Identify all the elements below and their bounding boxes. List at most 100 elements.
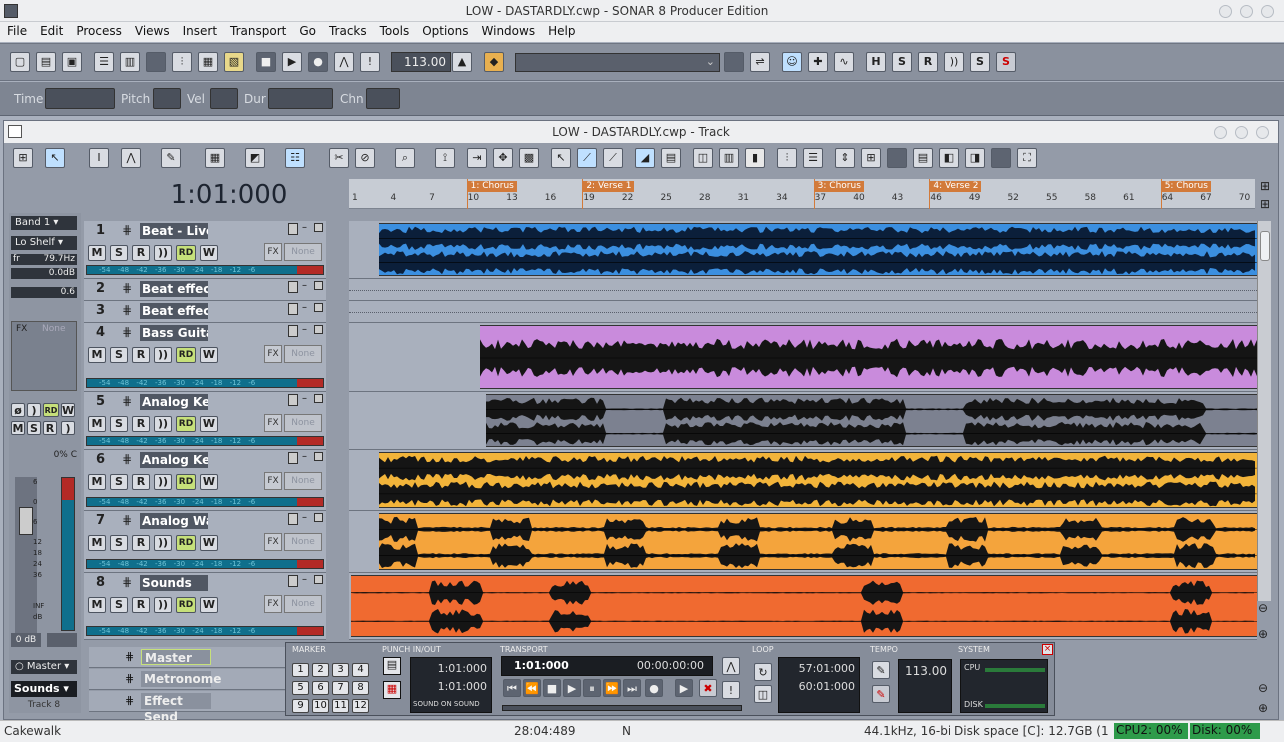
marker-key[interactable]: 1 bbox=[292, 663, 309, 677]
track-strip-icon[interactable] bbox=[288, 575, 298, 587]
maximize-button[interactable] bbox=[1240, 5, 1253, 18]
transport-record-icon[interactable]: ● bbox=[645, 679, 663, 697]
marker-tool-icon[interactable]: ✚ bbox=[808, 52, 828, 72]
output-select[interactable]: ○ Master ▾ bbox=[11, 660, 77, 674]
inspector-r-button[interactable]: R bbox=[43, 421, 57, 435]
menu-insert[interactable]: Insert bbox=[176, 22, 223, 38]
marker-key[interactable]: 5 bbox=[292, 681, 309, 695]
track-name[interactable]: Analog Keyb bbox=[140, 452, 208, 468]
ruler-grid-icon[interactable]: ⊞ bbox=[1260, 179, 1270, 193]
input-echo-button[interactable]: )) bbox=[154, 535, 172, 551]
hide-icon[interactable] bbox=[887, 148, 907, 168]
zoom-in-icon[interactable]: ⊕ bbox=[1258, 627, 1268, 641]
track-header[interactable]: 3 ⋕ Beat effect 2 – bbox=[84, 301, 326, 323]
fx-bin[interactable]: None bbox=[284, 595, 322, 613]
track-strip-icon[interactable] bbox=[288, 281, 298, 293]
track-strip-icon[interactable] bbox=[288, 325, 298, 337]
pause-icon[interactable]: ⏸ bbox=[583, 679, 601, 697]
zoom-tool-icon[interactable]: ⌕ bbox=[395, 148, 415, 168]
marker-key[interactable]: 4 bbox=[352, 663, 369, 677]
fx-label[interactable]: FX bbox=[264, 595, 282, 613]
loop-toggle-icon[interactable]: ↻ bbox=[754, 663, 772, 681]
track-header[interactable]: 8 ⋕ Sounds – M S R )) RD W FX None -54 -… bbox=[84, 573, 326, 640]
tempo-field[interactable]: 113.00 bbox=[391, 52, 451, 72]
solo-button[interactable]: S bbox=[110, 416, 128, 432]
automation-icon[interactable]: ◢ bbox=[635, 148, 655, 168]
zoom-out-icon[interactable]: ⊖ bbox=[1258, 601, 1268, 615]
console-icon[interactable]: ⫶ bbox=[172, 52, 192, 72]
tempo-tap-icon[interactable]: ▲ bbox=[452, 52, 472, 72]
input-echo-button[interactable]: )) bbox=[154, 245, 172, 261]
archive-icon[interactable]: ◨ bbox=[965, 148, 985, 168]
marker-key[interactable]: 9 bbox=[292, 699, 309, 713]
minimize-track-icon[interactable]: – bbox=[302, 394, 310, 406]
fx-bin[interactable]: None bbox=[284, 472, 322, 490]
event-list-icon[interactable]: ▦ bbox=[198, 52, 218, 72]
eq-type-select[interactable]: Lo Shelf ▾ bbox=[11, 236, 77, 250]
now-time-display[interactable]: 1:01:000 bbox=[124, 173, 334, 213]
r-button[interactable]: R bbox=[918, 52, 938, 72]
snap-grid-icon[interactable]: ◩ bbox=[245, 148, 265, 168]
fit-project-icon[interactable]: ⊞ bbox=[861, 148, 881, 168]
write-automation-button[interactable]: W bbox=[200, 416, 218, 432]
select-icon[interactable]: I bbox=[89, 148, 109, 168]
meter-icon[interactable]: ▤ bbox=[661, 148, 681, 168]
ruler-marker[interactable]: 2: Verse 1 bbox=[582, 181, 635, 192]
disabled-icon[interactable] bbox=[991, 148, 1011, 168]
vertical-scrollbar[interactable] bbox=[1257, 221, 1271, 601]
menu-help[interactable]: Help bbox=[541, 22, 581, 38]
fx-bin[interactable]: None bbox=[284, 533, 322, 551]
track-strip-icon[interactable] bbox=[288, 303, 298, 315]
minimize-track-icon[interactable]: – bbox=[302, 513, 310, 525]
marker-key[interactable]: 2 bbox=[312, 663, 329, 677]
inspector-pan-readout[interactable] bbox=[47, 633, 77, 647]
write-automation-button[interactable]: W bbox=[200, 347, 218, 363]
new-file-icon[interactable]: ▢ bbox=[10, 52, 30, 72]
save-icon[interactable]: ▣ bbox=[62, 52, 82, 72]
input-echo-button[interactable]: )) bbox=[154, 597, 172, 613]
rewind-start-icon[interactable]: ⏮ bbox=[503, 679, 521, 697]
audio-clip[interactable] bbox=[351, 575, 1257, 637]
insert-track-icon[interactable]: ⊞ bbox=[13, 148, 33, 168]
arm-button[interactable]: R bbox=[132, 245, 150, 261]
audio-clip[interactable] bbox=[379, 513, 1257, 570]
menu-file[interactable]: File bbox=[0, 22, 33, 38]
mute-button[interactable]: M bbox=[88, 597, 106, 613]
arrow-tool-icon[interactable]: ↖ bbox=[551, 148, 571, 168]
clip-view-icon[interactable]: ▩ bbox=[519, 148, 539, 168]
ruler-marker[interactable]: 1: Chorus bbox=[466, 181, 517, 192]
s-button[interactable]: S bbox=[892, 52, 912, 72]
edit-tool-icon[interactable]: ⋀ bbox=[121, 148, 141, 168]
inspector-w-button[interactable]: W bbox=[61, 403, 75, 417]
loop-set-icon[interactable]: ◫ bbox=[754, 685, 772, 703]
clip-lane[interactable] bbox=[349, 301, 1257, 323]
clip-lane[interactable] bbox=[349, 323, 1257, 392]
notes-icon[interactable]: ▮ bbox=[745, 148, 765, 168]
bus-name[interactable]: Effect Send bbox=[141, 693, 211, 724]
ruler-add-icon[interactable]: ⊞ bbox=[1260, 197, 1270, 211]
metronome-icon[interactable]: ⋀ bbox=[334, 52, 354, 72]
menu-tracks[interactable]: Tracks bbox=[322, 22, 373, 38]
solo-button[interactable]: S bbox=[110, 347, 128, 363]
maximize-track-icon[interactable] bbox=[314, 452, 323, 461]
erase-icon[interactable]: ⟋ bbox=[603, 148, 623, 168]
folder-icon[interactable]: ◧ bbox=[939, 148, 959, 168]
marker-key[interactable]: 3 bbox=[332, 663, 349, 677]
loop-end-time[interactable]: 60:01:000 bbox=[799, 680, 855, 693]
record-auto-icon[interactable]: ▶ bbox=[675, 679, 693, 697]
track-header[interactable]: 1 ⋕ Beat - Live a – M S R )) RD W FX Non… bbox=[84, 221, 326, 279]
track-manager-icon[interactable]: ▤ bbox=[913, 148, 933, 168]
dur-field[interactable] bbox=[268, 88, 333, 109]
auto-scroll-icon[interactable]: ⇥ bbox=[467, 148, 487, 168]
stop-icon[interactable]: ■ bbox=[256, 52, 276, 72]
minimize-track-icon[interactable]: – bbox=[302, 452, 310, 464]
track-strip-icon[interactable] bbox=[288, 394, 298, 406]
solo-exclusive-icon[interactable]: S bbox=[996, 52, 1016, 72]
solo-button[interactable]: S bbox=[110, 245, 128, 261]
control-bar-tempo[interactable]: 113.00 bbox=[905, 664, 947, 678]
mute-tool-icon[interactable]: ⊘ bbox=[355, 148, 375, 168]
inspector-rd-button[interactable]: RD bbox=[43, 403, 59, 417]
marker-key[interactable]: 12 bbox=[352, 699, 369, 713]
tempo-record-icon[interactable]: ✎ bbox=[872, 685, 890, 703]
h-button[interactable]: H bbox=[866, 52, 886, 72]
